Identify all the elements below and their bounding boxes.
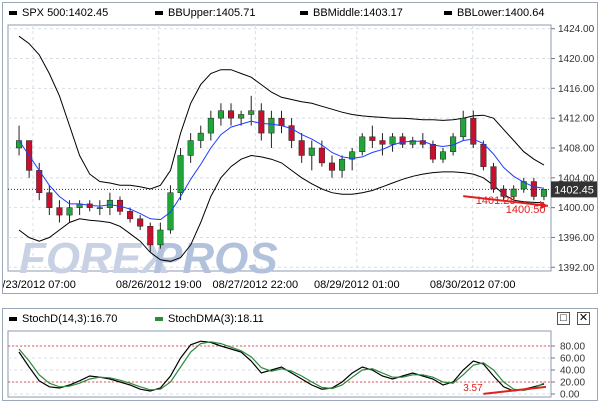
y-tick-label: 80.00 (560, 342, 585, 353)
candle-body (490, 166, 497, 190)
candle-body (238, 114, 245, 119)
legend-swatch (9, 11, 17, 16)
candle-body (540, 189, 547, 197)
stochastic-panel: StochD(14,3):16.70 StochDMA(3):18.11 □ ✕… (2, 308, 598, 401)
legend-swatch (155, 11, 163, 16)
candle-body (399, 136, 406, 145)
candle-body (328, 162, 335, 171)
stochastic-axis: 0.0020.0040.0060.0080.00 (551, 342, 585, 401)
candle-body (187, 140, 194, 156)
candle-body (56, 207, 63, 216)
legend-swatch (155, 317, 163, 322)
legend-bbupper: BBUpper:1405.71 (155, 7, 255, 19)
candle-body (157, 229, 164, 246)
x-tick-label: 08/23/2012 07:00 (3, 279, 76, 291)
candle-body (278, 117, 285, 126)
candle-body (379, 140, 386, 145)
legend-bbmiddle: BBMiddle:1403.17 (300, 7, 403, 19)
stochastic-chart: 3.57 0.0020.0040.0060.0080.00 (7, 330, 585, 401)
price-legend: SPX 500:1402.45 BBUpper:1405.71 BBMiddle… (3, 3, 597, 23)
y-tick-label: 1416.00 (558, 84, 595, 95)
price-axis: 1392.001396.001400.001404.001408.001412.… (551, 24, 597, 274)
candle-body (66, 207, 73, 216)
expand-button[interactable]: □ (557, 312, 570, 325)
candle-body (46, 192, 53, 208)
watermark-pros: PROS (153, 234, 278, 283)
candle-body (228, 110, 235, 119)
candle-body (389, 136, 396, 145)
candle-body (480, 144, 487, 167)
candle-body (197, 132, 204, 141)
candle-body (339, 158, 346, 171)
candle-body (298, 140, 305, 156)
candle-body (147, 226, 154, 246)
legend-swatch (9, 317, 17, 322)
last-price-label: 1402.45 (554, 184, 594, 196)
legend-stochdma: StochDMA(3):18.11 (155, 313, 264, 325)
candle-body (439, 151, 447, 160)
close-button[interactable]: ✕ (577, 312, 590, 325)
candle-body (248, 110, 255, 115)
candle-body (177, 155, 184, 193)
candle-body (96, 207, 103, 209)
y-tick-label: 1400.00 (558, 203, 595, 214)
candle-body (308, 147, 315, 156)
y-tick-label: 20.00 (560, 378, 585, 389)
x-tick-label: 08/29/2012 01:00 (314, 279, 400, 291)
y-tick-label: 0.00 (560, 390, 580, 401)
legend-spx500: SPX 500:1402.45 (9, 7, 108, 19)
candle-body (258, 110, 265, 134)
legend-swatch (300, 11, 308, 16)
y-tick-label: 1396.00 (558, 233, 595, 244)
legend-swatch (444, 11, 452, 16)
legend-stochd: StochD(14,3):16.70 (9, 313, 117, 325)
y-tick-label: 1424.00 (558, 24, 595, 35)
stochastic-legend: StochD(14,3):16.70 StochDMA(3):18.11 □ ✕ (3, 309, 597, 329)
candle-body (127, 211, 134, 220)
candle-body (137, 218, 144, 227)
legend-bblower: BBLower:1400.64 (444, 7, 544, 19)
y-tick-label: 1420.00 (558, 54, 595, 65)
candle-body (429, 144, 436, 160)
y-tick-label: 1408.00 (558, 144, 595, 155)
candle-body (217, 110, 224, 119)
y-tick-label: 1392.00 (558, 263, 595, 274)
price-chart-panel: SPX 500:1402.45 BBUpper:1405.71 BBMiddle… (2, 2, 598, 294)
candle-body (106, 199, 113, 208)
annotation-label: 3.57 (463, 383, 483, 394)
y-tick-label: 40.00 (560, 366, 585, 377)
candle-body (318, 147, 325, 164)
x-tick-label: 08/27/2012 22:00 (213, 279, 299, 291)
y-tick-label: 60.00 (560, 354, 585, 365)
candle-body (359, 136, 366, 152)
y-tick-label: 1412.00 (558, 114, 595, 125)
x-tick-label: 08/26/2012 19:00 (116, 279, 202, 291)
candle-body (460, 117, 467, 138)
candle-body (268, 117, 275, 134)
x-tick-label: 08/30/2012 07:00 (430, 279, 516, 291)
candle-body (207, 117, 214, 134)
price-chart: FOREX PROS 1401.281400.50 1392.001396.00… (3, 24, 597, 291)
candle-body (369, 136, 376, 141)
